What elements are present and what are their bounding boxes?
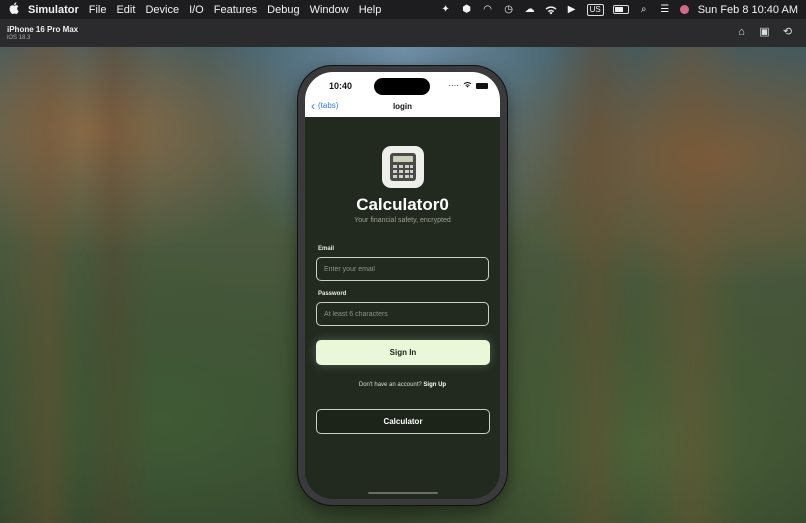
- signup-prompt: Don't have an account?: [358, 382, 422, 388]
- screenshot-icon[interactable]: ▣: [758, 26, 771, 39]
- os-version: iOS 18.3: [7, 35, 31, 41]
- phone-frame: 10:40 ···· ‹ (tabs) login Calculator0 Yo…: [298, 66, 507, 505]
- menu-app-name[interactable]: Simulator: [28, 4, 79, 16]
- menu-io[interactable]: I/O: [189, 4, 204, 16]
- menu-file[interactable]: File: [89, 4, 107, 16]
- home-indicator[interactable]: [368, 492, 438, 494]
- menu-help[interactable]: Help: [359, 4, 382, 16]
- simulator-toolbar: iPhone 16 Pro Max iOS 18.3 ⌂ ▣ ⟲: [0, 19, 806, 47]
- airdrop-icon[interactable]: ◠: [482, 4, 494, 16]
- user-avatar[interactable]: [679, 5, 689, 14]
- app-title: Calculator0: [356, 195, 449, 214]
- email-field[interactable]: [316, 257, 489, 281]
- nav-title: login: [392, 102, 413, 111]
- signup-row: Don't have an account? Sign Up: [305, 382, 500, 388]
- creative-cloud-icon[interactable]: ☁: [524, 4, 536, 16]
- navigation-bar: 10:40 ···· ‹ (tabs) login: [305, 72, 500, 117]
- device-name: iPhone 16 Pro Max: [7, 25, 79, 34]
- battery-status-icon: [476, 82, 488, 89]
- email-label: Email: [318, 246, 335, 252]
- play-icon[interactable]: ▶: [566, 4, 578, 16]
- wifi-icon[interactable]: [545, 4, 557, 16]
- menu-debug[interactable]: Debug: [267, 4, 299, 16]
- password-field[interactable]: [316, 302, 489, 326]
- apple-icon[interactable]: [0, 2, 28, 17]
- password-label: Password: [318, 291, 347, 297]
- menu-device[interactable]: Device: [145, 4, 179, 16]
- input-source-badge[interactable]: US: [586, 3, 604, 16]
- status-icons: ····: [448, 81, 488, 90]
- menu-features[interactable]: Features: [214, 4, 257, 16]
- app-subtitle: Your financial safety, encrypted: [354, 217, 451, 224]
- dynamic-island: [374, 78, 430, 95]
- menu-window[interactable]: Window: [310, 4, 349, 16]
- search-icon[interactable]: ⌕: [638, 4, 650, 16]
- control-center-icon[interactable]: ☰: [659, 4, 671, 16]
- shield-icon[interactable]: ⬢: [461, 4, 473, 16]
- calculator-button[interactable]: Calculator: [316, 409, 490, 434]
- calculator-logo-icon: [382, 146, 424, 188]
- rotate-icon[interactable]: ⟲: [781, 26, 794, 39]
- menu-edit[interactable]: Edit: [116, 4, 135, 16]
- home-icon[interactable]: ⌂: [735, 26, 748, 39]
- status-time: 10:40: [329, 81, 353, 91]
- battery-icon[interactable]: [612, 5, 629, 14]
- phone-screen: 10:40 ···· ‹ (tabs) login Calculator0 Yo…: [305, 72, 500, 499]
- wifi-status-icon: [463, 81, 472, 90]
- sparkle-icon[interactable]: ✦: [440, 4, 452, 16]
- menu-bar: Simulator File Edit Device I/O Features …: [0, 0, 806, 19]
- time-machine-icon[interactable]: ◷: [503, 4, 515, 16]
- sign-in-button[interactable]: Sign In: [316, 340, 490, 365]
- signal-icon: ····: [448, 81, 459, 90]
- sign-up-link[interactable]: Sign Up: [423, 382, 446, 388]
- menu-clock[interactable]: Sun Feb 8 10:40 AM: [698, 4, 798, 16]
